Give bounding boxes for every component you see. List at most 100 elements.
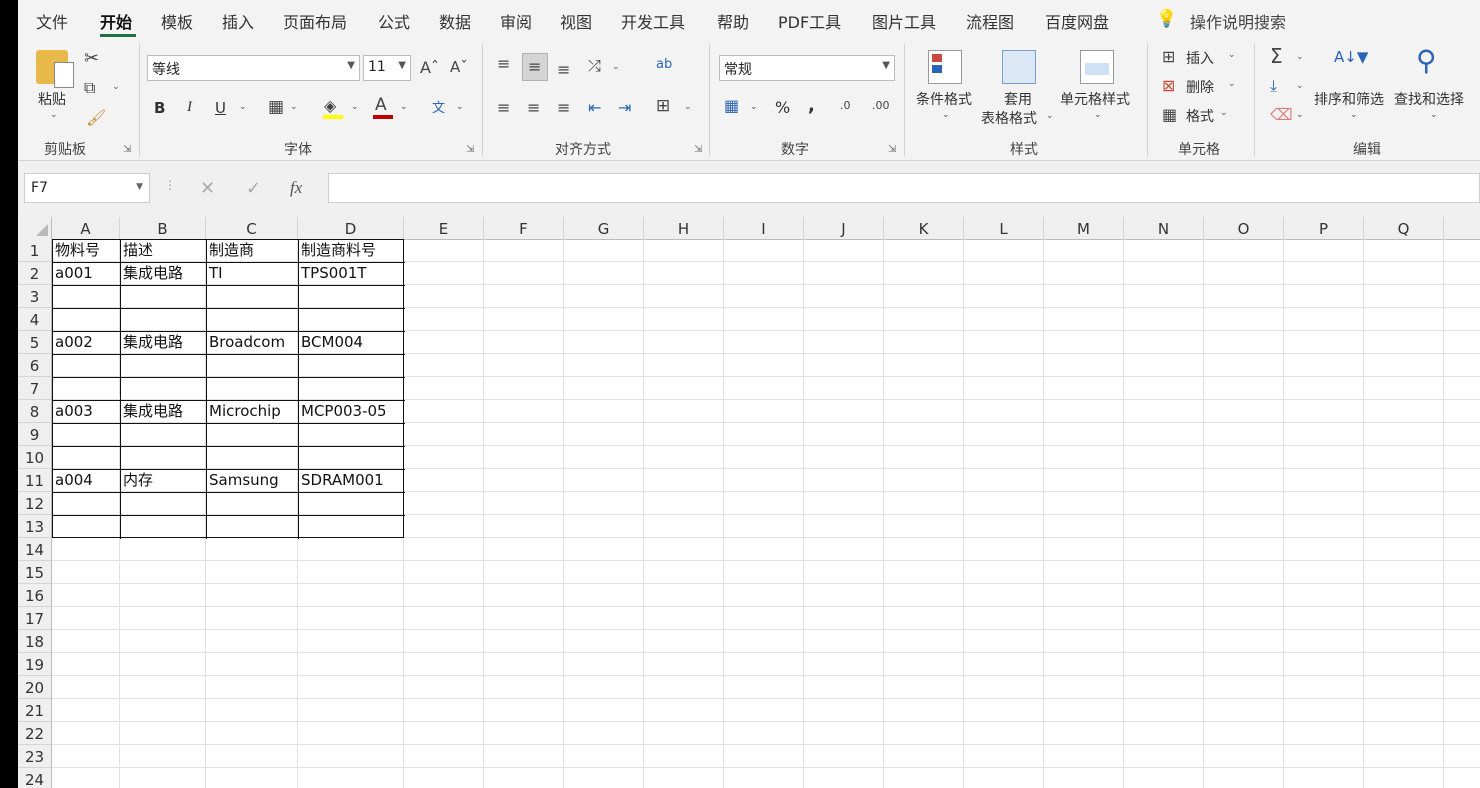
chevron-down-icon[interactable]: ⌄ xyxy=(1228,79,1236,89)
conditional-formatting-button[interactable]: 条件格式 xyxy=(916,89,972,109)
borders-icon[interactable]: ▦ xyxy=(268,97,284,117)
row-header-18[interactable]: 18 xyxy=(18,630,51,653)
cell-styles-icon[interactable] xyxy=(1080,50,1114,84)
orientation-icon[interactable]: ⤮ xyxy=(588,56,601,76)
underline-button[interactable]: U xyxy=(215,99,226,117)
percent-style-button[interactable]: % xyxy=(775,98,790,117)
row-header-8[interactable]: 8 xyxy=(18,400,51,423)
row-header-7[interactable]: 7 xyxy=(18,377,51,400)
format-as-table-label-1[interactable]: 套用 xyxy=(1004,89,1032,109)
chevron-down-icon[interactable]: ⌄ xyxy=(684,102,692,112)
chevron-down-icon[interactable]: ▼ xyxy=(398,60,406,71)
align-center-icon[interactable]: ≡ xyxy=(527,98,540,117)
chevron-down-icon[interactable]: ▼ xyxy=(347,60,355,71)
row-header-23[interactable]: 23 xyxy=(18,745,51,768)
tab-developer[interactable]: 开发工具 xyxy=(621,9,685,33)
cell-A8[interactable]: a003 xyxy=(52,400,93,423)
cell-B2[interactable]: 集成电路 xyxy=(120,262,183,285)
chevron-down-icon[interactable]: ⌄ xyxy=(50,110,58,120)
bold-button[interactable]: B xyxy=(154,99,165,117)
number-format-combo[interactable]: 常规 ▼ xyxy=(719,55,895,81)
column-header-E[interactable]: E xyxy=(404,217,484,239)
column-header-H[interactable]: H xyxy=(644,217,724,239)
dialog-launcher-icon[interactable]: ⇲ xyxy=(888,144,896,155)
row-header-20[interactable]: 20 xyxy=(18,676,51,699)
delete-cells-icon[interactable]: ⊠ xyxy=(1162,76,1175,95)
chevron-down-icon[interactable]: ⌄ xyxy=(456,102,464,112)
chevron-down-icon[interactable]: ▼ xyxy=(136,182,143,192)
cell-B11[interactable]: 内存 xyxy=(120,469,153,492)
tab-pdf-tools[interactable]: PDF工具 xyxy=(778,9,841,33)
comma-style-button[interactable]: , xyxy=(808,95,815,116)
row-header-4[interactable]: 4 xyxy=(18,308,51,331)
column-header-P[interactable]: P xyxy=(1284,217,1364,239)
tab-baidu-netdisk[interactable]: 百度网盘 xyxy=(1045,9,1109,33)
column-header-D[interactable]: D xyxy=(298,217,404,239)
tab-data[interactable]: 数据 xyxy=(439,9,471,33)
cell-B1[interactable]: 描述 xyxy=(120,239,153,262)
chevron-down-icon[interactable]: ⌄ xyxy=(400,102,408,112)
row-header-13[interactable]: 13 xyxy=(18,515,51,538)
column-header-L[interactable]: L xyxy=(964,217,1044,239)
cell-C1[interactable]: 制造商 xyxy=(206,239,254,262)
cell-D2[interactable]: TPS001T xyxy=(298,262,367,285)
row-header-10[interactable]: 10 xyxy=(18,446,51,469)
cancel-icon[interactable]: ✕ xyxy=(200,178,215,199)
column-header-G[interactable]: G xyxy=(564,217,644,239)
cell-A11[interactable]: a004 xyxy=(52,469,93,492)
row-header-2[interactable]: 2 xyxy=(18,262,51,285)
cell-C2[interactable]: TI xyxy=(206,262,223,285)
column-header-I[interactable]: I xyxy=(724,217,804,239)
column-header-O[interactable]: O xyxy=(1204,217,1284,239)
cell-grid[interactable]: 物料号 描述 制造商 制造商料号 a001 集成电路 TI TPS001T a002 集成电路 Br… xyxy=(52,239,1480,788)
column-header-K[interactable]: K xyxy=(884,217,964,239)
cell-A1[interactable]: 物料号 xyxy=(52,239,100,262)
increase-decimal-icon[interactable]: .0 xyxy=(840,99,851,112)
row-header-14[interactable]: 14 xyxy=(18,538,51,561)
row-header-12[interactable]: 12 xyxy=(18,492,51,515)
conditional-formatting-icon[interactable] xyxy=(928,50,962,84)
fill-color-icon[interactable]: ◈ xyxy=(324,96,336,115)
cell-C5[interactable]: Broadcom xyxy=(206,331,285,354)
chevron-down-icon[interactable]: ⌄ xyxy=(1046,111,1054,121)
increase-indent-icon[interactable]: ⇥ xyxy=(618,98,631,117)
autosum-icon[interactable]: Σ xyxy=(1270,44,1283,68)
wrap-text-icon[interactable]: ab xyxy=(656,57,672,72)
dialog-launcher-icon[interactable]: ⇲ xyxy=(694,144,702,155)
row-header-9[interactable]: 9 xyxy=(18,423,51,446)
tab-picture-tools[interactable]: 图片工具 xyxy=(872,9,936,33)
cell-D1[interactable]: 制造商料号 xyxy=(298,239,376,262)
chevron-down-icon[interactable]: ⌄ xyxy=(1228,50,1236,60)
column-header-Q[interactable]: Q xyxy=(1364,217,1444,239)
chevron-down-icon[interactable]: ⌄ xyxy=(1296,52,1304,62)
cell-styles-button[interactable]: 单元格样式 xyxy=(1060,89,1130,109)
tab-flowchart[interactable]: 流程图 xyxy=(966,9,1014,33)
chevron-down-icon[interactable]: ⌄ xyxy=(942,110,950,120)
tab-home[interactable]: 开始 xyxy=(100,9,132,33)
cell-D8[interactable]: MCP003-05 xyxy=(298,400,387,423)
font-size-combo[interactable]: 11 ▼ xyxy=(363,55,411,81)
paste-button[interactable]: 粘贴 xyxy=(38,89,66,109)
cell-A5[interactable]: a002 xyxy=(52,331,93,354)
chevron-down-icon[interactable]: ⌄ xyxy=(750,102,758,112)
accounting-format-icon[interactable]: ▦ xyxy=(724,96,739,115)
chevron-down-icon[interactable]: ⌄ xyxy=(1296,110,1304,120)
italic-button[interactable]: I xyxy=(187,99,192,116)
column-header-F[interactable]: F xyxy=(484,217,564,239)
formula-input[interactable] xyxy=(328,173,1480,203)
align-bottom-icon[interactable]: ≡ xyxy=(557,60,570,79)
chevron-down-icon[interactable]: ⌄ xyxy=(290,102,298,112)
name-box[interactable]: F7 ▼ xyxy=(24,173,150,203)
font-name-combo[interactable]: 等线 ▼ xyxy=(147,55,360,81)
sort-filter-icon[interactable]: A↓▼ xyxy=(1334,48,1368,66)
format-cells-button[interactable]: 格式 xyxy=(1186,106,1214,126)
cell-B8[interactable]: 集成电路 xyxy=(120,400,183,423)
insert-cells-button[interactable]: 插入 xyxy=(1186,48,1214,68)
chevron-down-icon[interactable]: ⌄ xyxy=(351,102,359,112)
grow-font-icon[interactable]: Aˆ xyxy=(420,58,439,77)
find-select-button[interactable]: 查找和选择 xyxy=(1394,89,1464,109)
insert-cells-icon[interactable]: ⊞ xyxy=(1162,47,1175,66)
column-header-N[interactable]: N xyxy=(1124,217,1204,239)
chevron-down-icon[interactable]: ⌄ xyxy=(1220,108,1228,118)
format-cells-icon[interactable]: ▦ xyxy=(1162,105,1177,124)
